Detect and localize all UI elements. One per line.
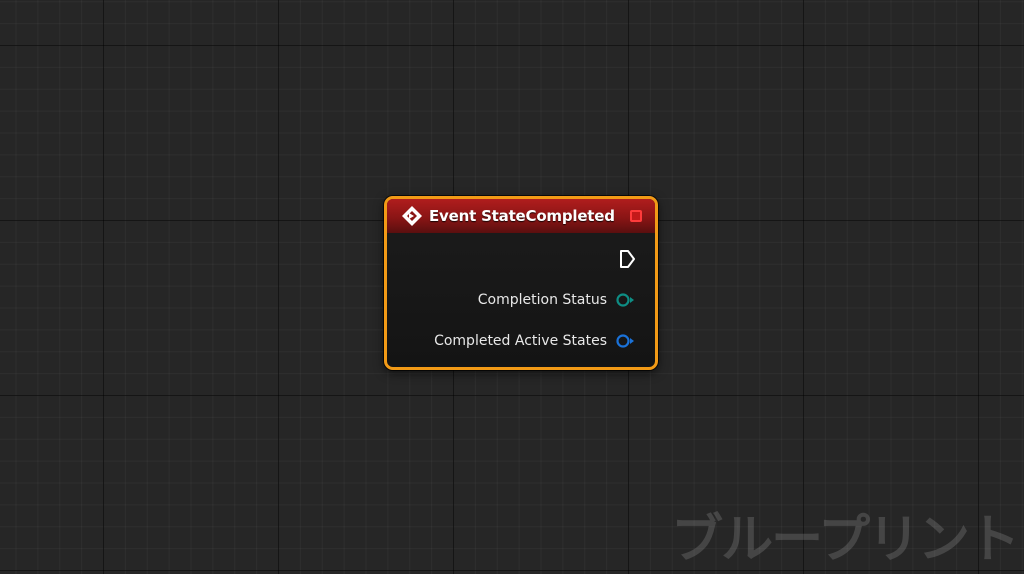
completion-status-row: Completion Status (478, 292, 637, 308)
delegate-output-pin[interactable] (630, 210, 642, 222)
completed-active-states-pin[interactable] (615, 333, 637, 349)
node-title: Event StateCompleted (429, 207, 615, 225)
completed-active-states-label: Completed Active States (434, 333, 607, 349)
node-header[interactable]: Event StateCompleted (387, 199, 655, 233)
exec-output-pin[interactable] (617, 249, 637, 269)
blueprint-graph-canvas[interactable]: Event StateCompleted Completion Status C… (0, 0, 1024, 574)
completion-status-label: Completion Status (477, 292, 607, 308)
event-state-completed-node[interactable]: Event StateCompleted Completion Status C… (384, 196, 658, 370)
completed-active-states-row: Completed Active States (434, 333, 637, 349)
event-diamond-icon (402, 206, 422, 226)
exec-output-row (609, 249, 637, 269)
blueprint-watermark: ブループリント (671, 510, 1020, 570)
completion-status-pin[interactable] (615, 292, 637, 308)
